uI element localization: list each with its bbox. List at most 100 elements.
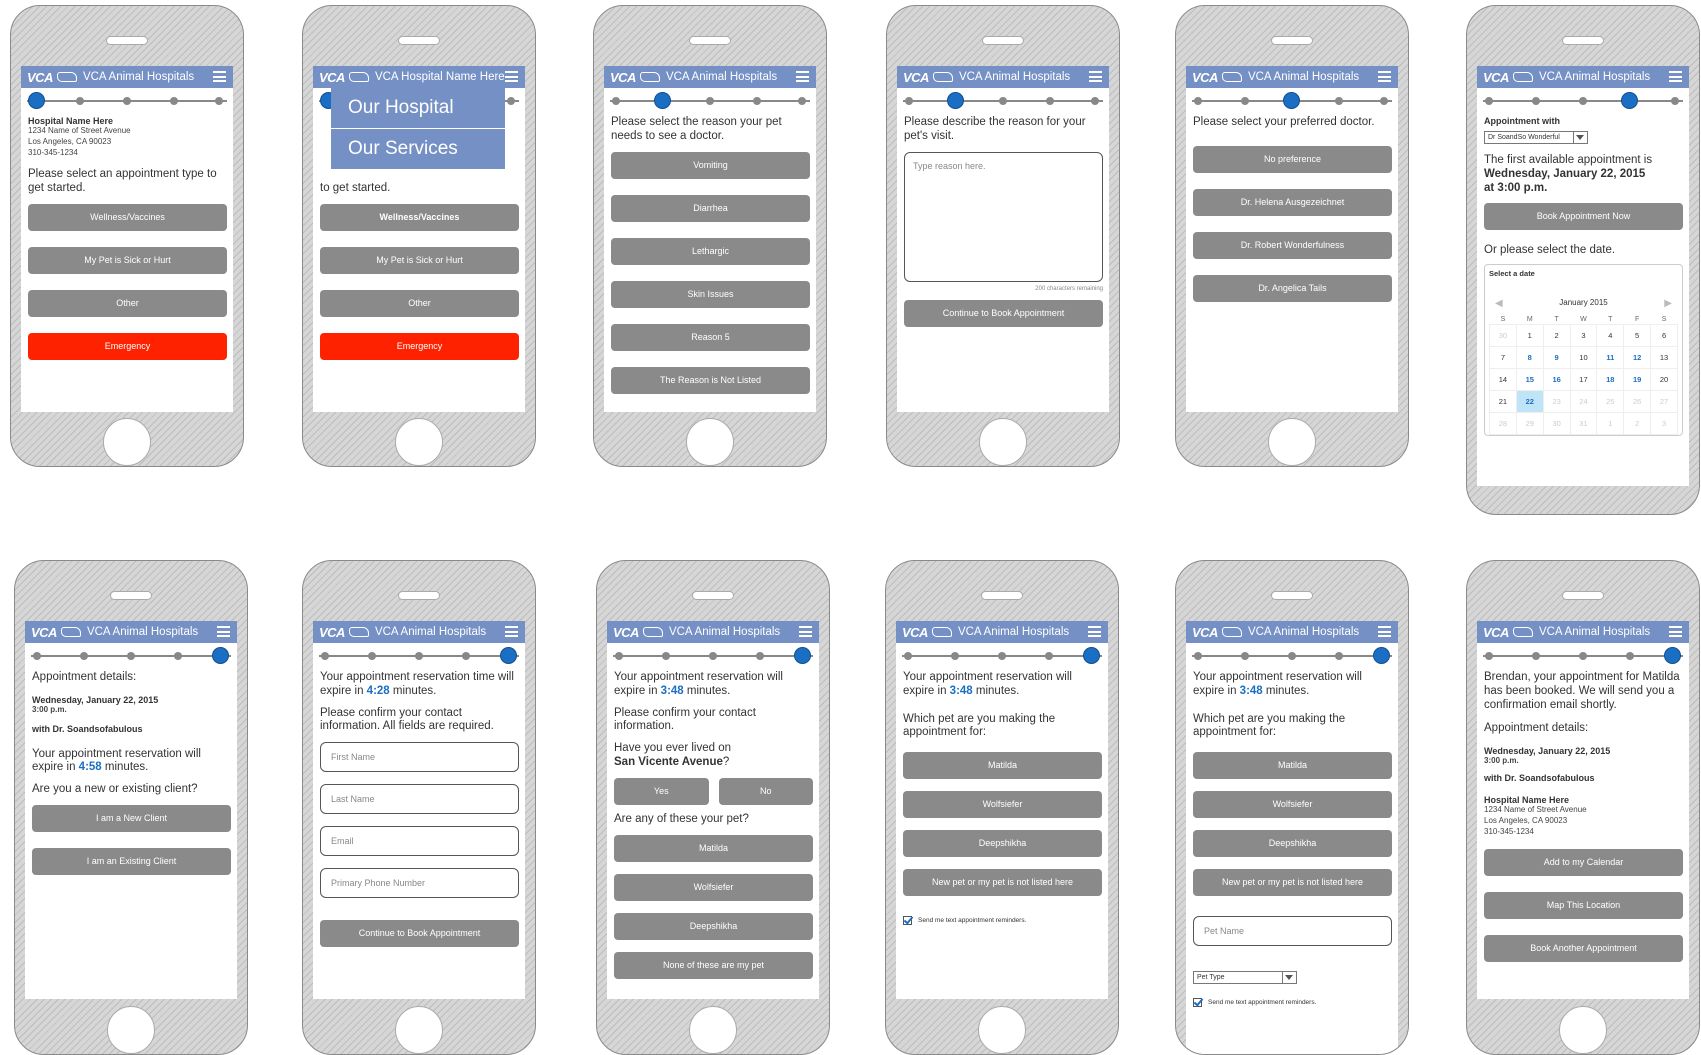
hamburger-menu-icon[interactable] [1088,626,1101,637]
menu-item-our-services[interactable]: Our Services [331,129,505,170]
emergency-button[interactable]: Emergency [320,332,519,360]
pet-deepshikha-button[interactable]: Deepshikha [903,830,1102,858]
wellness-button[interactable]: Wellness/Vaccines [320,203,519,231]
hamburger-menu-icon[interactable] [1089,71,1102,82]
sick-or-hurt-button[interactable]: My Pet is Sick or Hurt [28,246,227,274]
reason-vomiting-button[interactable]: Vomiting [611,151,810,179]
calendar-day[interactable]: 28 [1489,412,1517,436]
calendar-day[interactable]: 30 [1542,412,1571,436]
checkbox-checked-icon[interactable] [1193,998,1202,1008]
menu-item-our-hospital[interactable]: Our Hospital [331,88,505,129]
calendar-day[interactable]: 29 [1515,412,1544,436]
doctor-angelica-button[interactable]: Dr. Angelica Tails [1193,274,1392,302]
hamburger-menu-icon[interactable] [799,626,812,637]
calendar-day[interactable]: 7 [1489,346,1517,370]
calendar-day[interactable]: 5 [1623,324,1652,348]
pet-type-select[interactable]: Pet Type [1193,971,1297,985]
calendar-day[interactable]: 6 [1650,324,1678,348]
reason-textarea[interactable]: Type reason here. [904,151,1103,282]
hamburger-menu-icon[interactable] [796,71,809,82]
calendar-day[interactable]: 31 [1569,412,1598,436]
hamburger-menu-icon[interactable] [1669,626,1682,637]
calendar-day[interactable]: 14 [1489,368,1517,392]
reason-not-listed-button[interactable]: The Reason is Not Listed [611,366,810,394]
new-client-button[interactable]: I am a New Client [32,804,231,832]
calendar-day[interactable]: 9 [1542,346,1571,370]
calendar-day[interactable]: 24 [1569,390,1598,414]
pet-matilda-button[interactable]: Matilda [614,834,813,862]
calendar-day[interactable]: 3 [1569,324,1598,348]
calendar-day[interactable]: 8 [1515,346,1544,370]
other-button[interactable]: Other [28,289,227,317]
text-reminders-checkbox[interactable]: Send me text appointment reminders. [1193,998,1392,1008]
hamburger-menu-icon[interactable] [505,71,518,82]
pet-wolfsiefer-button[interactable]: Wolfsiefer [1193,791,1392,819]
new-pet-button[interactable]: New pet or my pet is not listed here [1193,869,1392,897]
existing-client-button[interactable]: I am an Existing Client [32,847,231,875]
calendar-day[interactable]: 4 [1596,324,1625,348]
prev-month-icon[interactable]: ◀ [1495,298,1503,309]
pet-matilda-button[interactable]: Matilda [1193,752,1392,780]
new-pet-button[interactable]: New pet or my pet is not listed here [903,869,1102,897]
screen: VCA VCA Animal Hospitals Hospital Name H… [21,66,233,412]
calendar-day[interactable]: 13 [1650,346,1678,370]
pet-name-field[interactable]: Pet Name [1193,916,1392,947]
pet-matilda-button[interactable]: Matilda [903,752,1102,780]
calendar-day[interactable]: 11 [1596,346,1625,370]
no-button[interactable]: No [718,777,813,805]
none-my-pet-button[interactable]: None of these are my pet [614,951,813,979]
sick-or-hurt-button[interactable]: My Pet is Sick or Hurt [320,246,519,274]
hamburger-menu-icon[interactable] [213,71,226,82]
text-reminders-checkbox[interactable]: Send me text appointment reminders. [903,916,1102,926]
calendar-day[interactable]: 19 [1623,368,1652,392]
doctor-robert-button[interactable]: Dr. Robert Wonderfulness [1193,231,1392,259]
calendar-day[interactable]: 22 [1515,390,1544,414]
continue-button[interactable]: Continue to Book Appointment [320,920,519,948]
calendar-day[interactable]: 27 [1650,390,1678,414]
hamburger-menu-icon[interactable] [1669,71,1682,82]
hamburger-menu-icon[interactable] [1378,626,1391,637]
last-name-field[interactable]: Last Name [320,784,519,815]
calendar-day[interactable]: 1 [1515,324,1544,348]
continue-button[interactable]: Continue to Book Appointment [904,299,1103,327]
pet-deepshikha-button[interactable]: Deepshikha [1193,830,1392,858]
calendar-day[interactable]: 16 [1542,368,1571,392]
reason-lethargic-button[interactable]: Lethargic [611,237,810,265]
map-location-button[interactable]: Map This Location [1484,892,1683,920]
calendar-day[interactable]: 21 [1489,390,1517,414]
calendar-day[interactable]: 23 [1542,390,1571,414]
hamburger-menu-icon[interactable] [505,626,518,637]
pet-wolfsiefer-button[interactable]: Wolfsiefer [903,791,1102,819]
pet-wolfsiefer-button[interactable]: Wolfsiefer [614,873,813,901]
calendar-day[interactable]: 17 [1569,368,1598,392]
other-button[interactable]: Other [320,289,519,317]
reason-5-button[interactable]: Reason 5 [611,323,810,351]
next-month-icon[interactable]: ▶ [1664,298,1672,309]
calendar-day[interactable]: 18 [1596,368,1625,392]
emergency-button[interactable]: Emergency [28,332,227,360]
reason-diarrhea-button[interactable]: Diarrhea [611,194,810,222]
calendar-day[interactable]: 26 [1623,390,1652,414]
hamburger-menu-icon[interactable] [1378,71,1391,82]
first-name-field[interactable]: First Name [320,742,519,773]
email-field[interactable]: Email [320,826,519,857]
calendar-day[interactable]: 2 [1542,324,1571,348]
doctor-no-preference-button[interactable]: No preference [1193,145,1392,173]
calendar-day[interactable]: 25 [1596,390,1625,414]
doctor-helena-button[interactable]: Dr. Helena Ausgezeichnet [1193,188,1392,216]
calendar-day[interactable]: 15 [1515,368,1544,392]
reason-skin-issues-button[interactable]: Skin Issues [611,280,810,308]
yes-button[interactable]: Yes [614,777,709,805]
book-now-button[interactable]: Book Appointment Now [1484,203,1683,231]
calendar-day[interactable]: 20 [1650,368,1678,392]
phone-field[interactable]: Primary Phone Number [320,868,519,899]
checkbox-checked-icon[interactable] [903,916,912,926]
wellness-button[interactable]: Wellness/Vaccines [28,203,227,231]
hamburger-menu-icon[interactable] [217,626,230,637]
calendar-day[interactable]: 10 [1569,346,1598,370]
add-to-calendar-button[interactable]: Add to my Calendar [1484,849,1683,877]
doctor-select[interactable]: Dr SoandSo Wonderful [1484,131,1588,144]
book-another-button[interactable]: Book Another Appointment [1484,935,1683,963]
pet-deepshikha-button[interactable]: Deepshikha [614,912,813,940]
calendar-day[interactable]: 12 [1623,346,1652,370]
